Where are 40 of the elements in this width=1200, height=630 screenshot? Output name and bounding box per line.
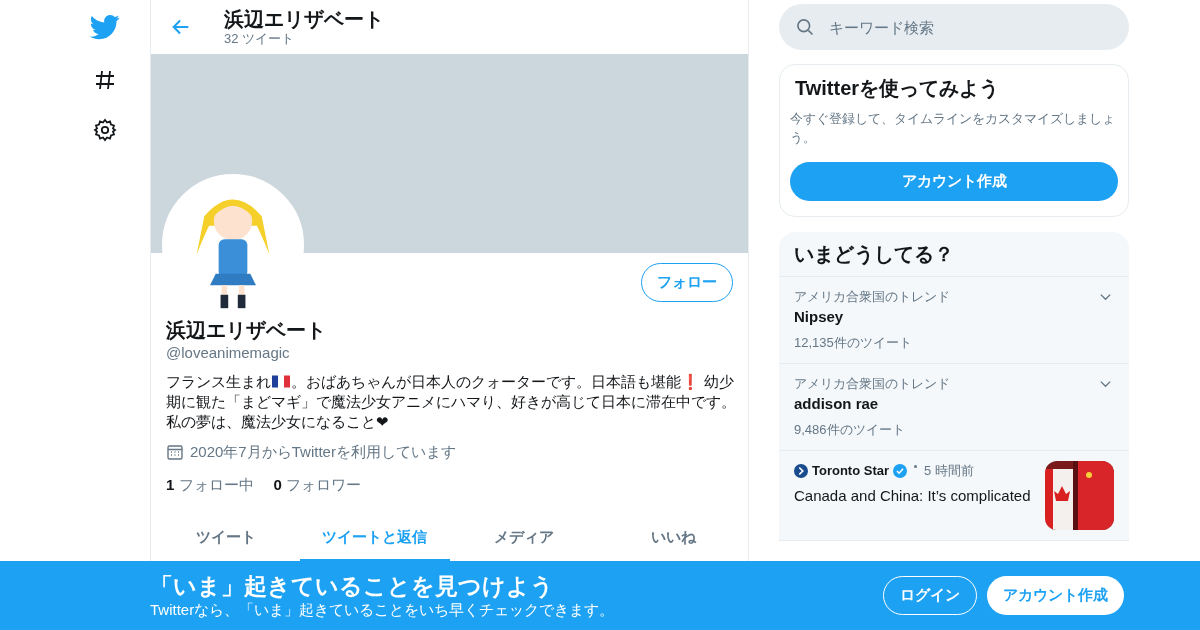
- flag-icon: [272, 375, 290, 388]
- trend-name: Nipsey: [794, 307, 845, 327]
- trend-name: addison rae: [794, 394, 880, 414]
- follow-stat-link[interactable]: 0 フォロワー: [273, 473, 362, 496]
- create-account-button[interactable]: アカウント作成: [790, 162, 1118, 201]
- banner-title: 「いま」起きていることを見つけよう: [150, 571, 555, 600]
- create-account-button[interactable]: アカウント作成: [987, 576, 1124, 615]
- search-field[interactable]: キーワード検索: [779, 4, 1129, 50]
- search-icon: [795, 17, 815, 37]
- news-item[interactable]: Toronto Star 5 時間前 Canada and China: It’s complicated: [779, 451, 1129, 541]
- header-title: 浜辺エリザベート: [224, 7, 384, 31]
- news-source: Toronto Star: [812, 462, 890, 480]
- profile-name: 浜辺エリザベート: [166, 318, 327, 343]
- hashtag-icon[interactable]: [93, 68, 117, 92]
- join-date: 2020年7月からTwitterを利用しています: [190, 442, 456, 462]
- signup-text: 今すぐ登録して、タイムラインをカスタマイズしましょう。: [790, 110, 1116, 147]
- profile-bio: フランス生まれ 。おばあちゃんが日本人のクォーターです。日本語も堪能❗ 幼少期に観た「まどマギ」で魔法少女アニメにハマり、好きが高じて日本に滞在中です。私の夢は、魔法少女になること❤: [166, 372, 736, 432]
- profile-tab[interactable]: ツイート: [151, 515, 301, 561]
- news-time: 5 時間前: [924, 462, 974, 480]
- news-headline: Canada and China: It’s complicated: [794, 485, 1032, 506]
- trend-item[interactable]: アメリカ合衆国のトレンド addison rae 9,486件のツイート: [779, 364, 1129, 451]
- trend-count: 12,135件のツイート: [794, 334, 913, 352]
- profile-handle: @loveanimemagic: [166, 343, 291, 363]
- signup-title: Twitterを使ってみよう: [794, 76, 1001, 101]
- bird-logo-icon[interactable]: [90, 12, 120, 42]
- calendar-icon: [166, 443, 184, 462]
- banner-text: Twitterなら、「いま」起きていることをいち早くチェックできます。: [150, 599, 616, 620]
- settings-icon[interactable]: [93, 118, 117, 142]
- trend-count: 9,486件のツイート: [794, 421, 906, 439]
- trends-title: いまどうしてる？: [794, 242, 954, 267]
- profile-tab[interactable]: メディア: [449, 515, 599, 561]
- follow-stat-link[interactable]: 1 フォロー中: [166, 473, 254, 496]
- dot-separator-icon: [914, 465, 918, 469]
- profile-tab[interactable]: いいね: [598, 515, 748, 561]
- verified-icon: [893, 463, 908, 478]
- trend-context: アメリカ合衆国のトレンド: [794, 375, 950, 393]
- trend-context: アメリカ合衆国のトレンド: [794, 288, 950, 306]
- tweet-count: 32 ツイート: [224, 31, 296, 47]
- source-logo-icon: [794, 463, 808, 478]
- trend-item[interactable]: アメリカ合衆国のトレンド Nipsey 12,135件のツイート: [779, 277, 1129, 364]
